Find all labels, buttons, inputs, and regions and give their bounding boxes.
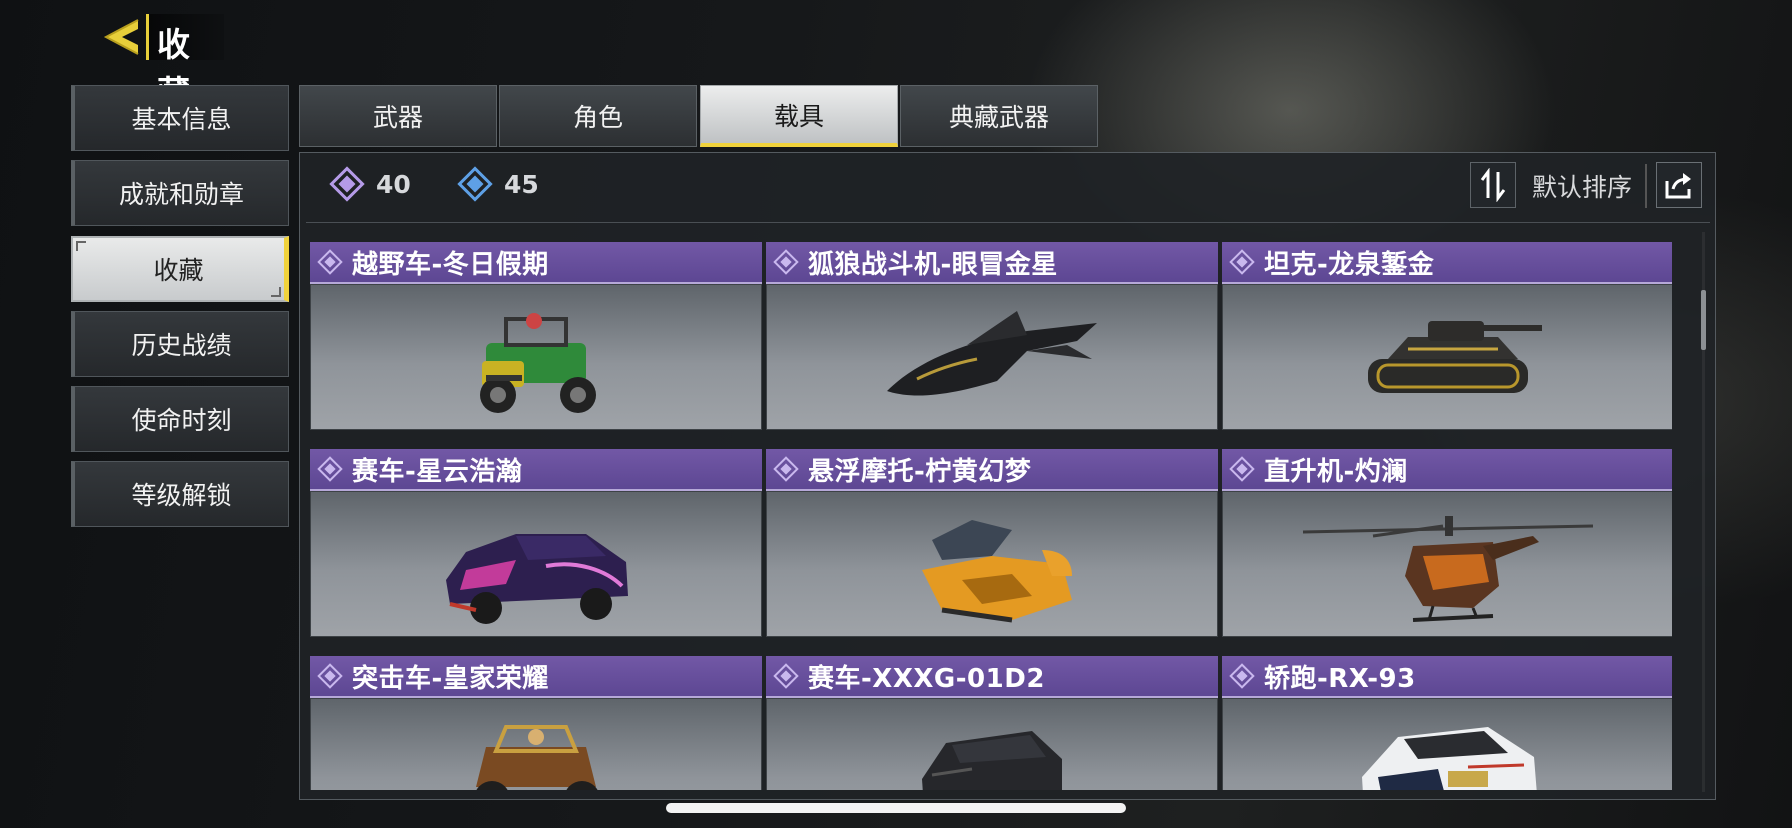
vehicle-card[interactable]: 直升机-灼澜 xyxy=(1222,449,1672,637)
card-header: 赛车-星云浩瀚 xyxy=(310,449,762,491)
sidebar-item-label: 收藏 xyxy=(153,256,204,285)
card-header: 突击车-皇家荣耀 xyxy=(310,656,762,698)
tank-icon xyxy=(1368,321,1542,393)
card-header: 狐狼战斗机-眼冒金星 xyxy=(766,242,1218,284)
vehicle-card[interactable]: 坦克-龙泉錾金 xyxy=(1222,242,1672,430)
card-name: 直升机-灼澜 xyxy=(1264,456,1408,487)
sidebar-item-collection[interactable]: 收藏 xyxy=(71,236,289,302)
sidebar-item-mission-moments[interactable]: 使命时刻 xyxy=(71,386,289,452)
sidebar-item-level-unlock[interactable]: 等级解锁 xyxy=(71,461,289,527)
vehicle-grid[interactable]: 越野车-冬日假期 狐狼战斗机-眼冒金星 坦克-龙泉錾金 赛车-星云浩瀚 悬浮摩托… xyxy=(310,240,1672,790)
diamond-icon xyxy=(457,166,493,202)
card-image xyxy=(310,698,762,790)
currency-purple: 40 xyxy=(328,165,411,203)
diamond-icon xyxy=(773,456,799,482)
page-title-bar: 收藏 xyxy=(146,14,224,112)
card-image xyxy=(1222,284,1672,430)
vehicle-card[interactable]: 狐狼战斗机-眼冒金星 xyxy=(766,242,1218,430)
race-car-icon xyxy=(446,534,628,624)
tab-characters[interactable]: 角色 xyxy=(499,85,697,147)
card-image xyxy=(766,698,1218,790)
sidebar-item-label: 历史战绩 xyxy=(131,331,232,360)
card-name: 坦克-龙泉錾金 xyxy=(1264,249,1435,280)
card-name: 悬浮摩托-柠黄幻梦 xyxy=(808,456,1032,487)
card-name: 越野车-冬日假期 xyxy=(352,249,549,280)
tab-label: 武器 xyxy=(372,103,423,132)
divider xyxy=(1645,164,1647,208)
card-image xyxy=(310,284,762,430)
sidebar-item-history[interactable]: 历史战绩 xyxy=(71,311,289,377)
tab-vehicles[interactable]: 载具 xyxy=(700,85,898,147)
diamond-icon xyxy=(1229,663,1255,689)
sports-coupe-icon xyxy=(1362,727,1537,790)
currency-blue-value: 45 xyxy=(504,169,539,199)
card-image xyxy=(766,491,1218,637)
card-header: 赛车-XXXG-01D2 xyxy=(766,656,1218,698)
assault-buggy-icon xyxy=(476,725,598,790)
scrollbar-thumb[interactable] xyxy=(1701,290,1706,350)
diamond-icon xyxy=(317,456,343,482)
tab-legendary-weapons[interactable]: 典藏武器 xyxy=(900,85,1098,147)
card-header: 坦克-龙泉錾金 xyxy=(1222,242,1672,284)
card-image xyxy=(310,491,762,637)
vehicle-card[interactable]: 赛车-星云浩瀚 xyxy=(310,449,762,637)
card-name: 赛车-XXXG-01D2 xyxy=(808,663,1045,694)
diamond-icon xyxy=(773,249,799,275)
diamond-icon xyxy=(1229,456,1255,482)
sidebar-item-label: 等级解锁 xyxy=(131,481,232,510)
card-name: 突击车-皇家荣耀 xyxy=(352,663,549,694)
card-image xyxy=(1222,698,1672,790)
sort-toggle-icon xyxy=(1480,168,1506,202)
toolbar-divider xyxy=(306,222,1710,223)
card-name: 赛车-星云浩瀚 xyxy=(352,456,523,487)
sidebar-item-label: 成就和勋章 xyxy=(118,180,244,209)
card-image xyxy=(1222,491,1672,637)
diamond-icon xyxy=(773,663,799,689)
diamond-icon xyxy=(1229,249,1255,275)
diamond-icon xyxy=(317,249,343,275)
fighter-jet-icon xyxy=(887,311,1097,396)
sidebar-item-achievements[interactable]: 成就和勋章 xyxy=(71,160,289,226)
share-icon xyxy=(1665,173,1691,199)
vehicle-card[interactable]: 突击车-皇家荣耀 xyxy=(310,656,762,790)
helicopter-icon xyxy=(1302,516,1594,622)
sidebar-item-label: 使命时刻 xyxy=(131,406,232,435)
diamond-icon xyxy=(317,663,343,689)
card-header: 越野车-冬日假期 xyxy=(310,242,762,284)
race-car-dark-icon xyxy=(922,731,1062,790)
back-arrow-icon xyxy=(103,19,139,55)
card-header: 直升机-灼澜 xyxy=(1222,449,1672,491)
sidebar-item-basic-info[interactable]: 基本信息 xyxy=(71,85,289,151)
hover-bike-icon xyxy=(922,520,1072,623)
vehicle-card[interactable]: 悬浮摩托-柠黄幻梦 xyxy=(766,449,1218,637)
card-header: 轿跑-RX-93 xyxy=(1222,656,1672,698)
share-button[interactable] xyxy=(1656,162,1702,208)
vehicle-card[interactable]: 越野车-冬日假期 xyxy=(310,242,762,430)
tab-weapons[interactable]: 武器 xyxy=(299,85,497,147)
card-name: 轿跑-RX-93 xyxy=(1264,663,1416,694)
card-name: 狐狼战斗机-眼冒金星 xyxy=(808,249,1058,280)
tab-label: 典藏武器 xyxy=(948,103,1049,132)
tab-label: 载具 xyxy=(773,101,824,131)
vehicle-card[interactable]: 轿跑-RX-93 xyxy=(1222,656,1672,790)
offroad-jeep-icon xyxy=(480,313,596,413)
vehicle-card[interactable]: 赛车-XXXG-01D2 xyxy=(766,656,1218,790)
home-indicator[interactable] xyxy=(666,803,1126,813)
sidebar-item-label: 基本信息 xyxy=(131,105,232,134)
card-header: 悬浮摩托-柠黄幻梦 xyxy=(766,449,1218,491)
sort-toggle-button[interactable] xyxy=(1470,162,1516,208)
sort-label[interactable]: 默认排序 xyxy=(1532,168,1632,204)
tab-label: 角色 xyxy=(572,103,623,132)
currency-purple-value: 40 xyxy=(376,169,411,199)
currency-blue: 45 xyxy=(456,165,539,203)
card-image xyxy=(766,284,1218,430)
back-button[interactable] xyxy=(98,14,144,60)
diamond-icon xyxy=(329,166,365,202)
